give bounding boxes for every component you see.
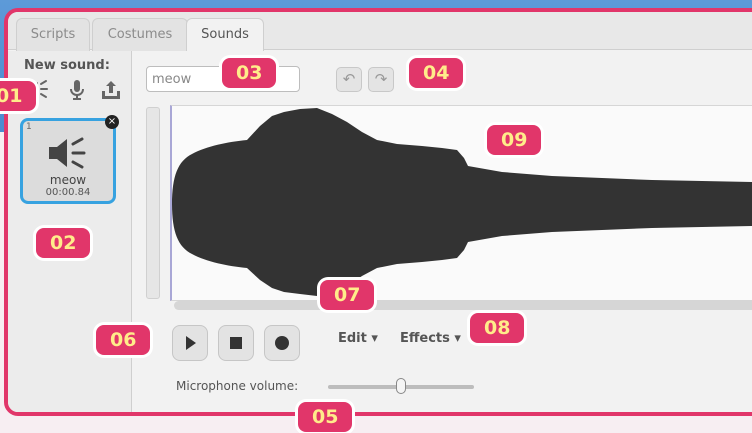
edit-menu[interactable]: Edit ▾ — [338, 331, 378, 346]
microphone-icon[interactable] — [64, 79, 90, 105]
record-button[interactable] — [264, 325, 300, 361]
stop-button[interactable] — [218, 325, 254, 361]
sound-item-duration: 00:00.84 — [45, 187, 91, 198]
callout-badge-05: 05 — [298, 402, 353, 432]
upload-icon[interactable] — [98, 79, 124, 105]
callout-badge-04: 04 — [409, 58, 464, 88]
play-icon — [186, 336, 196, 350]
new-sound-label: New sound: — [24, 58, 110, 73]
waveform-view[interactable] — [170, 105, 752, 301]
tab-bar: Scripts Costumes Sounds — [8, 12, 752, 52]
sound-item-name: meow — [49, 173, 87, 187]
zoom-scrollbar[interactable] — [146, 107, 160, 299]
callout-badge-06: 06 — [96, 325, 151, 355]
callout-badge-09: 09 — [487, 125, 542, 155]
tab-scripts[interactable]: Scripts — [16, 18, 90, 51]
record-icon — [275, 336, 289, 350]
play-button[interactable] — [172, 325, 208, 361]
callout-badge-02: 02 — [36, 228, 91, 258]
microphone-volume-knob[interactable] — [396, 378, 406, 394]
sound-item-meow[interactable]: 1 × meow 00:00.84 — [20, 115, 119, 204]
sound-item-index: 1 — [26, 122, 32, 132]
effects-menu[interactable]: Effects ▾ — [400, 331, 461, 346]
undo-icon: ↶ — [342, 70, 356, 88]
horizontal-scrollbar[interactable] — [174, 301, 752, 310]
redo-button[interactable]: ↷ — [368, 67, 394, 92]
callout-badge-01: 01 — [0, 81, 37, 111]
callout-badge-08: 08 — [470, 313, 525, 343]
callout-badge-03: 03 — [222, 58, 277, 88]
waveform — [172, 108, 752, 296]
stop-icon — [230, 337, 242, 349]
redo-icon: ↷ — [374, 70, 388, 88]
delete-icon[interactable]: × — [105, 115, 119, 129]
undo-button[interactable]: ↶ — [336, 67, 362, 92]
tab-costumes[interactable]: Costumes — [92, 18, 188, 51]
microphone-volume-label: Microphone volume: — [176, 379, 299, 393]
callout-badge-07: 07 — [320, 280, 375, 310]
speaker-icon — [47, 135, 91, 175]
tab-sounds[interactable]: Sounds — [186, 18, 264, 52]
sound-editor-main: ↶ ↷ Edit ▾ Effects ▾ Microphone volume: — [132, 51, 752, 412]
